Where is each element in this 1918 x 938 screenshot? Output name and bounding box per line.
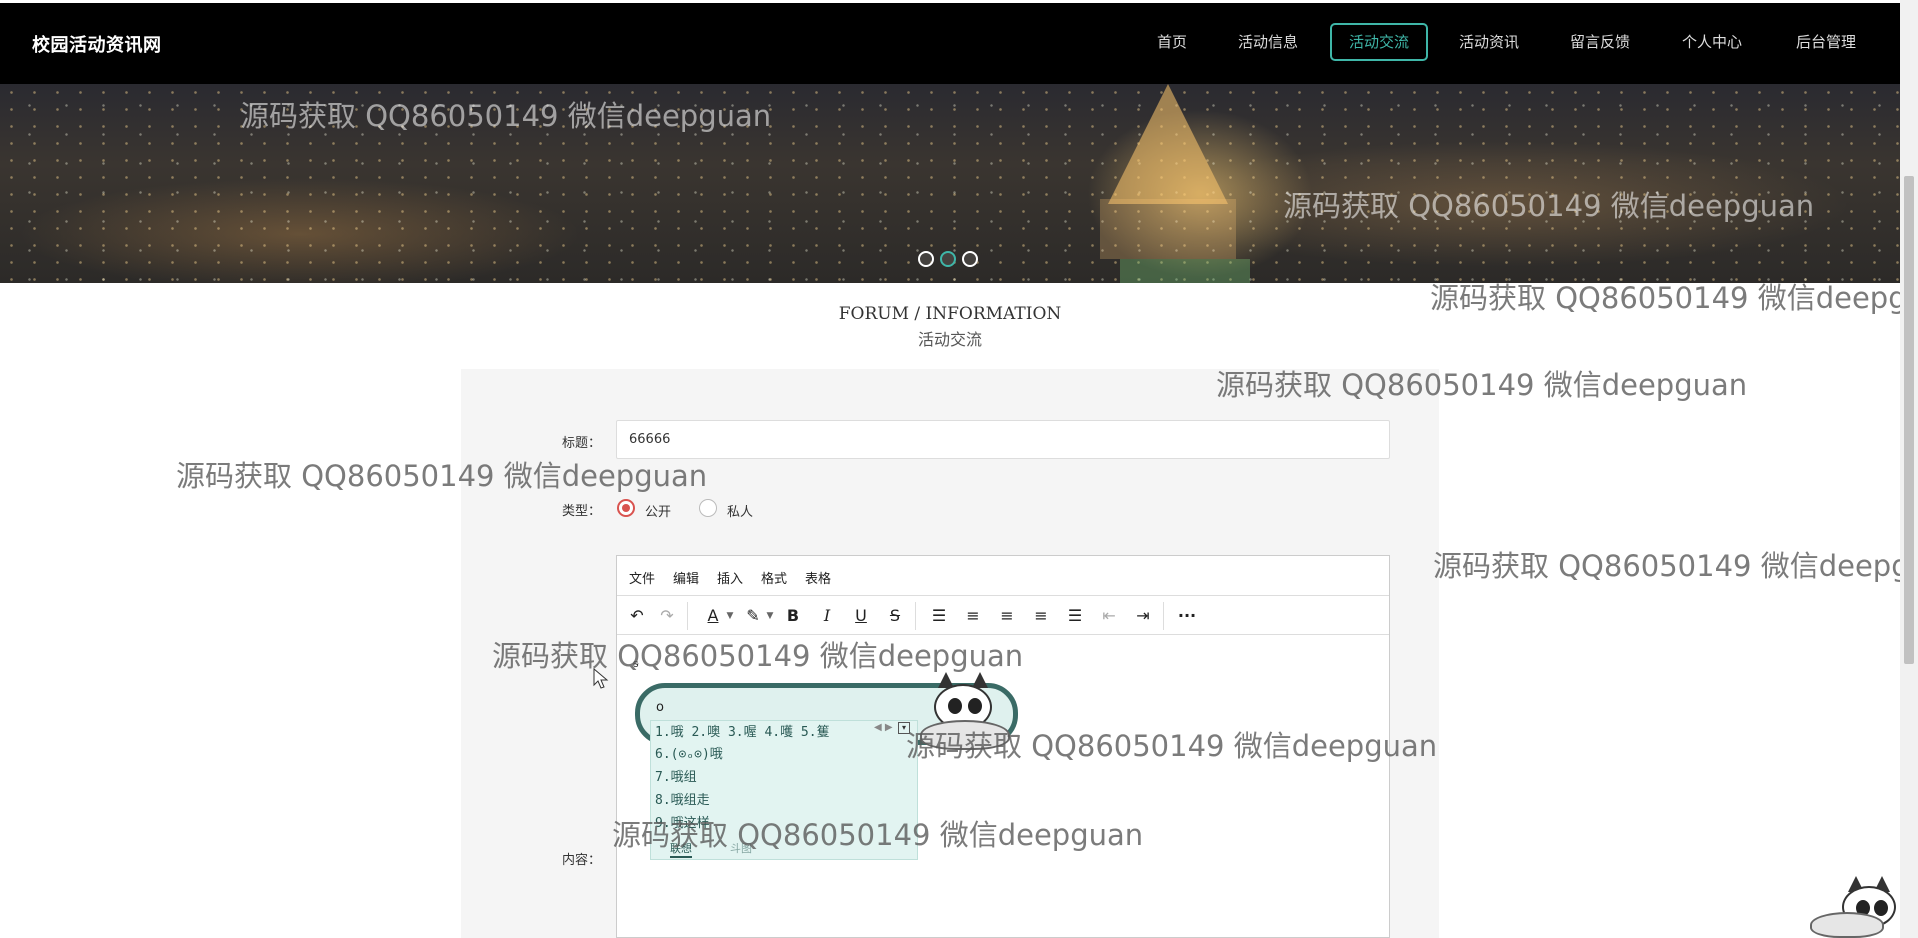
ime-tab-association[interactable]: 联想 bbox=[670, 840, 692, 858]
align-center-icon[interactable]: ≡ bbox=[995, 604, 1019, 628]
ime-composition-text: o bbox=[656, 700, 664, 715]
menu-format[interactable]: 格式 bbox=[761, 568, 787, 587]
ime-tab-sticker[interactable]: 斗图 bbox=[730, 840, 752, 856]
type-radio-public-label[interactable]: 公开 bbox=[645, 501, 671, 520]
bold-icon[interactable]: B bbox=[781, 604, 805, 628]
align-justify-icon[interactable]: ☰ bbox=[1063, 604, 1087, 628]
ime-candidate-8[interactable]: 8.哦组走 bbox=[655, 789, 710, 808]
scrollbar-thumb[interactable] bbox=[1904, 176, 1914, 664]
strikethrough-icon[interactable]: S bbox=[883, 604, 907, 628]
site-brand[interactable]: 校园活动资讯网 bbox=[32, 31, 162, 57]
ime-page-arrows-icon[interactable]: ◀ ▶ bbox=[874, 722, 893, 733]
nav-feedback[interactable]: 留言反馈 bbox=[1564, 23, 1636, 61]
corner-mascot-cat-icon[interactable] bbox=[1810, 876, 1900, 938]
align-right-icon[interactable]: ≡ bbox=[1029, 604, 1053, 628]
content-label: 内容： bbox=[561, 853, 601, 868]
type-label: 类型： bbox=[561, 504, 601, 519]
redo-icon[interactable]: ↷ bbox=[655, 604, 679, 628]
highlight-color-caret-icon[interactable]: ▼ bbox=[765, 604, 775, 628]
ime-mascot-cat-icon bbox=[920, 670, 1020, 750]
align-left-icon[interactable]: ≡ bbox=[961, 604, 985, 628]
undo-icon[interactable]: ↶ bbox=[625, 604, 649, 628]
editor-menubar: 文件 编辑 插入 格式 表格 bbox=[617, 556, 1389, 596]
type-radio-public[interactable] bbox=[617, 499, 635, 517]
editor-cursor-glyph: ᵴ bbox=[633, 657, 639, 670]
menu-file[interactable]: 文件 bbox=[629, 568, 655, 587]
section-title-en: FORUM / INFORMATION bbox=[838, 304, 1062, 324]
italic-icon[interactable]: I bbox=[815, 604, 839, 628]
ime-tabs: 联想 斗图 bbox=[650, 838, 918, 860]
eiffel-tower-shape bbox=[1108, 84, 1228, 204]
carousel-dot-3[interactable] bbox=[962, 251, 978, 267]
nav-activity-news[interactable]: 活动资讯 bbox=[1453, 23, 1525, 61]
ime-expand-icon[interactable]: ▾ bbox=[898, 722, 910, 734]
nav-home[interactable]: 首页 bbox=[1150, 23, 1194, 61]
banner-carousel bbox=[0, 84, 1900, 283]
title-label: 标题： bbox=[561, 436, 601, 451]
ime-candidate-6[interactable]: 6.(⊙ₒ⊙)哦 bbox=[655, 743, 723, 762]
ime-first-row[interactable]: 1.哦 2.噢 3.喔 4.嚄 5.篗 bbox=[655, 721, 830, 740]
nav-activity-forum[interactable]: 活动交流 bbox=[1330, 23, 1428, 61]
font-color-icon[interactable]: A bbox=[701, 604, 725, 628]
underline-icon[interactable]: U bbox=[849, 604, 873, 628]
editor-toolbar: ↶ ↷ A ▼ ✎ ▼ B I U S ☰ ≡ ≡ ≡ ☰ ⇤ ⇥ ··· bbox=[617, 596, 1389, 635]
watermark: 源码获取 QQ86050149 微信deepguan bbox=[1433, 549, 1918, 583]
nav-user-center[interactable]: 个人中心 bbox=[1676, 23, 1748, 61]
page-scrollbar[interactable] bbox=[1900, 0, 1918, 938]
highlight-color-icon[interactable]: ✎ bbox=[741, 604, 765, 628]
menu-insert[interactable]: 插入 bbox=[717, 568, 743, 587]
navbar: 校园活动资讯网 首页 活动信息 活动交流 活动资讯 留言反馈 个人中心 后台管理 bbox=[0, 3, 1900, 84]
carousel-dot-2[interactable] bbox=[940, 251, 956, 267]
type-radio-private[interactable] bbox=[699, 499, 717, 517]
font-color-caret-icon[interactable]: ▼ bbox=[725, 604, 735, 628]
nav-activity-info[interactable]: 活动信息 bbox=[1232, 23, 1304, 61]
carousel-dot-1[interactable] bbox=[918, 251, 934, 267]
line-height-icon[interactable]: ☰ bbox=[927, 604, 951, 628]
nav-admin[interactable]: 后台管理 bbox=[1790, 23, 1862, 61]
title-input[interactable] bbox=[616, 420, 1390, 459]
menu-edit[interactable]: 编辑 bbox=[673, 568, 699, 587]
ime-candidate-9[interactable]: 9.哦这样 bbox=[655, 812, 710, 831]
carousel-dots bbox=[918, 251, 978, 267]
mouse-cursor-icon bbox=[593, 668, 609, 689]
more-icon[interactable]: ··· bbox=[1175, 604, 1199, 628]
outdent-icon[interactable]: ⇤ bbox=[1097, 604, 1121, 628]
type-radio-private-label[interactable]: 私人 bbox=[727, 501, 753, 520]
menu-table[interactable]: 表格 bbox=[805, 568, 831, 587]
ime-candidate-7[interactable]: 7.哦组 bbox=[655, 766, 697, 785]
section-title-cn: 活动交流 bbox=[917, 330, 982, 349]
indent-icon[interactable]: ⇥ bbox=[1131, 604, 1155, 628]
